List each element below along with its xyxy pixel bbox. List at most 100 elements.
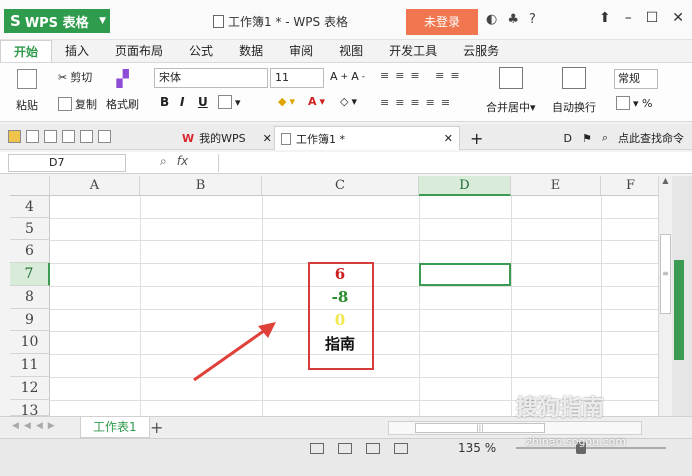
- formula-input[interactable]: [218, 154, 684, 172]
- tab-cloud[interactable]: 云服务: [450, 40, 512, 62]
- name-box[interactable]: D7: [8, 154, 126, 172]
- grid-line: [50, 218, 658, 219]
- grow-font-button[interactable]: A + A-: [330, 70, 365, 83]
- column-header-a[interactable]: A: [50, 176, 140, 196]
- font-color-button[interactable]: A ▾: [308, 95, 325, 108]
- format-painter-button[interactable]: ▞ 格式刷: [106, 69, 139, 112]
- zoom-search-icon[interactable]: ⌕: [160, 154, 167, 169]
- column-header-f[interactable]: F: [601, 176, 658, 196]
- side-panel-toggle[interactable]: [674, 260, 684, 360]
- column-header-c[interactable]: C: [262, 176, 419, 196]
- vertical-scrollbar[interactable]: ▲ ≡: [658, 176, 672, 416]
- save-icon[interactable]: [26, 130, 39, 143]
- horizontal-align-group[interactable]: ≡≡≡≡≡: [380, 96, 456, 109]
- copy-icon: [58, 97, 72, 111]
- maximize-icon[interactable]: ☐: [646, 10, 659, 26]
- currency-icon: [616, 96, 630, 110]
- watermark-text: 搜狗指南: [516, 396, 605, 421]
- scroll-up-icon[interactable]: ▲: [659, 176, 672, 185]
- wrap-text-button[interactable]: 自动换行: [552, 67, 596, 115]
- horizontal-scrollbar[interactable]: |||: [388, 421, 642, 435]
- tab-page-layout[interactable]: 页面布局: [102, 40, 176, 62]
- italic-button[interactable]: I: [180, 95, 184, 109]
- skin-icon[interactable]: ◐: [486, 12, 497, 27]
- command-search[interactable]: 点此查找命令: [618, 130, 684, 146]
- row-header-11[interactable]: 11: [10, 354, 50, 377]
- column-header-d[interactable]: D: [419, 176, 511, 196]
- row-header-5[interactable]: 5: [10, 218, 50, 240]
- row-header-8[interactable]: 8: [10, 286, 50, 309]
- column-header-b[interactable]: B: [140, 176, 262, 196]
- undo-icon[interactable]: [98, 130, 111, 143]
- login-button[interactable]: 未登录: [406, 9, 478, 35]
- help-icon[interactable]: ?: [529, 12, 536, 27]
- font-size-select[interactable]: 11: [270, 68, 324, 88]
- cut-button[interactable]: ✂ 剪切: [58, 69, 92, 85]
- merge-center-button[interactable]: 合并居中▾: [486, 67, 536, 115]
- tab-home[interactable]: 开始: [0, 40, 53, 62]
- sheet-nav-arrows[interactable]: ◀◀◀▶: [12, 421, 60, 431]
- merge-icon: [498, 67, 523, 89]
- page-layout-view-icon[interactable]: [366, 443, 380, 454]
- currency-button[interactable]: ▾ %: [616, 96, 652, 110]
- underline-button[interactable]: U: [198, 95, 208, 109]
- selected-cell-d7[interactable]: [419, 263, 511, 286]
- font-name-select[interactable]: 宋体: [154, 68, 268, 88]
- tab-workbook[interactable]: 工作簿1 * ✕: [274, 126, 460, 150]
- clear-format-button[interactable]: ◇ ▾: [340, 95, 357, 108]
- clipboard-icon: [17, 69, 37, 89]
- tab-review[interactable]: 审阅: [276, 40, 326, 62]
- close-icon[interactable]: ✕: [672, 10, 684, 26]
- reading-view-icon[interactable]: [394, 443, 408, 454]
- pdf-icon[interactable]: [44, 130, 57, 143]
- title-toolbar: ◐ ♣ ?: [486, 12, 536, 27]
- search-icon: ⌕: [601, 131, 608, 144]
- tab-view[interactable]: 视图: [326, 40, 376, 62]
- fx-icon[interactable]: fx: [177, 154, 188, 169]
- vertical-align-group[interactable]: ≡≡≡ ≡≡: [380, 69, 466, 82]
- tab-insert[interactable]: 插入: [52, 40, 102, 62]
- spreadsheet-grid[interactable]: A B C D E F 4 5 6 7 8 9 10 11 12 13 6 -8…: [10, 176, 658, 416]
- row-header-6[interactable]: 6: [10, 240, 50, 263]
- paste-button[interactable]: 粘贴: [16, 69, 38, 113]
- row-header-9[interactable]: 9: [10, 309, 50, 331]
- document-icon: [213, 15, 224, 28]
- brush-icon: ▞: [116, 69, 129, 88]
- fill-color-button[interactable]: ◆ ▾: [278, 95, 295, 108]
- tab-developer[interactable]: 开发工具: [376, 40, 450, 62]
- restore-icon[interactable]: ⬆: [599, 10, 611, 26]
- column-header-e[interactable]: E: [511, 176, 601, 196]
- tab-data[interactable]: 数据: [226, 40, 276, 62]
- close-tab-icon[interactable]: ✕: [263, 132, 272, 145]
- minimize-icon[interactable]: –: [625, 10, 632, 26]
- print-icon[interactable]: [62, 130, 75, 143]
- grid-line: [140, 196, 141, 416]
- row-header-7[interactable]: 7: [10, 263, 50, 286]
- shirt-icon[interactable]: ♣: [507, 12, 519, 27]
- tab-formulas[interactable]: 公式: [176, 40, 226, 62]
- row-header-4[interactable]: 4: [10, 196, 50, 218]
- open-icon[interactable]: [8, 130, 21, 143]
- d-icon[interactable]: D: [563, 132, 571, 145]
- bold-button[interactable]: B: [160, 95, 169, 109]
- border-button[interactable]: ▾: [218, 95, 241, 109]
- row-header-10[interactable]: 10: [10, 331, 50, 354]
- horizontal-scroll-thumb[interactable]: |||: [415, 423, 545, 433]
- preview-icon[interactable]: [80, 130, 93, 143]
- number-format-select[interactable]: 常规: [614, 69, 658, 89]
- page-break-view-icon[interactable]: [338, 443, 352, 454]
- add-sheet-button[interactable]: +: [150, 418, 163, 437]
- close-tab-icon[interactable]: ✕: [444, 132, 453, 145]
- normal-view-icon[interactable]: [310, 443, 324, 454]
- sheet-tab-1[interactable]: 工作表1: [80, 417, 150, 438]
- vertical-scroll-thumb[interactable]: ≡: [660, 234, 671, 314]
- zoom-level[interactable]: 135 %: [458, 441, 496, 455]
- flag-icon[interactable]: ⚑: [582, 132, 592, 145]
- row-header-13[interactable]: 13: [10, 400, 50, 416]
- copy-button[interactable]: 复制: [58, 96, 97, 112]
- new-tab-button[interactable]: +: [464, 126, 489, 150]
- row-header-12[interactable]: 12: [10, 377, 50, 400]
- select-all-corner[interactable]: [10, 176, 50, 196]
- tab-my-wps[interactable]: W 我的WPS ✕: [176, 126, 278, 150]
- app-menu-button[interactable]: S WPS 表格 ▼: [4, 9, 110, 33]
